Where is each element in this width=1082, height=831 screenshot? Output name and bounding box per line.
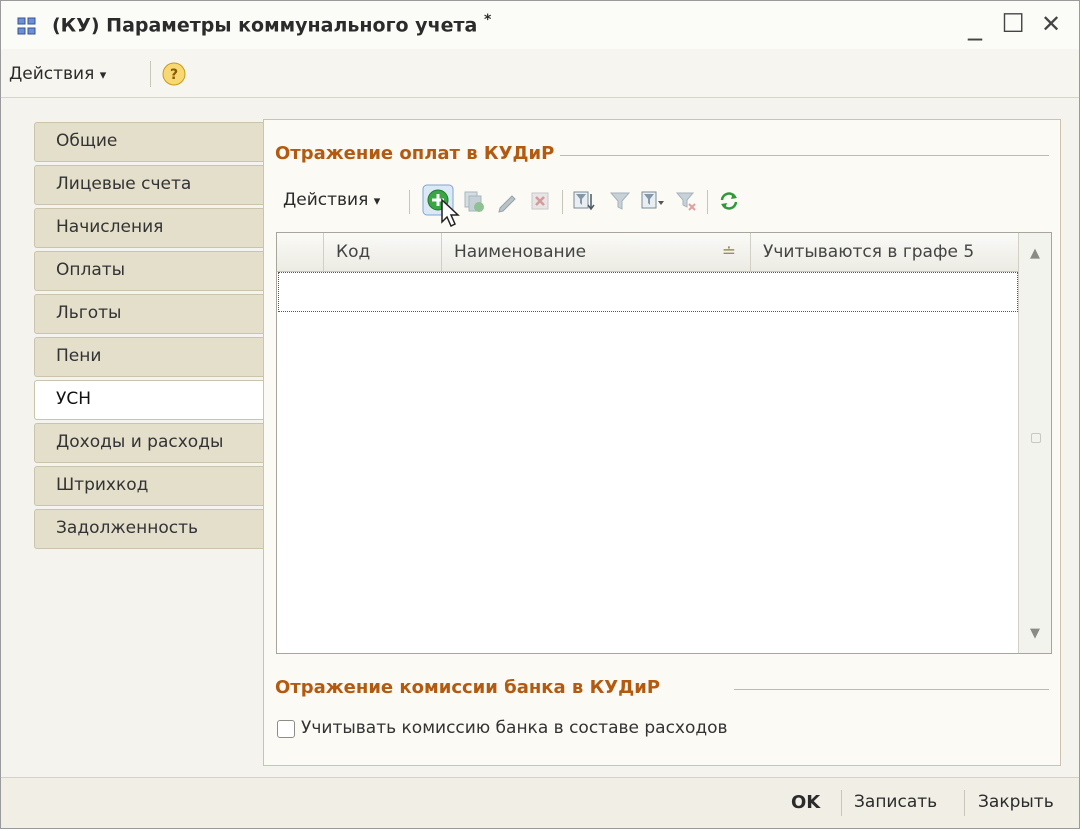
filter-dropdown-icon[interactable] [639, 188, 665, 214]
minimize-button[interactable]: _ [957, 7, 993, 41]
tab-debt[interactable]: Задолженность [34, 509, 263, 549]
column-header-selector[interactable] [277, 233, 324, 271]
title-bar: (КУ) Параметры коммунального учета * _ ☐… [1, 1, 1079, 49]
button-divider [841, 790, 842, 816]
clear-filter-icon[interactable] [673, 188, 699, 214]
svg-text:?: ? [170, 67, 178, 83]
tab-payments[interactable]: Оплаты [34, 251, 263, 291]
ok-button[interactable]: OK [791, 792, 820, 813]
actions-menu-label: Действия [9, 64, 95, 84]
button-divider [964, 790, 965, 816]
scroll-up-icon[interactable]: ▲ [1019, 235, 1051, 271]
column-header-code[interactable]: Код [324, 233, 442, 271]
actions-menu[interactable]: Действия ▾ [9, 64, 106, 84]
group-divider [514, 155, 1049, 156]
group-divider [734, 689, 1049, 690]
tab-content-panel: Отражение оплат в КУДиР Действия ▾ Код Н… [263, 119, 1061, 766]
minimize-icon: _ [968, 7, 982, 41]
toolbar-divider [150, 61, 151, 87]
tab-barcode[interactable]: Штрихкод [34, 466, 263, 506]
maximize-button[interactable]: ☐ [995, 7, 1031, 41]
tab-income-expenses[interactable]: Доходы и расходы [34, 423, 263, 463]
close-window-button[interactable]: ✕ [1033, 7, 1069, 41]
chevron-down-icon: ▾ [373, 194, 381, 209]
scroll-thumb[interactable] [1031, 433, 1041, 443]
bank-commission-checkbox[interactable] [277, 720, 295, 738]
column-header-name[interactable]: Наименование ≐ [442, 233, 751, 271]
group-title-bank-commission: Отражение комиссии банка в КУДиР [275, 677, 667, 698]
toolbar-divider [707, 190, 708, 214]
close-icon: ✕ [1040, 10, 1062, 38]
toolbar-divider [562, 190, 563, 214]
modified-indicator: * [483, 12, 492, 28]
filter-by-value-icon[interactable] [571, 188, 597, 214]
tab-usn[interactable]: УСН [34, 380, 263, 420]
column-header-name-label: Наименование [454, 242, 587, 262]
refresh-icon[interactable] [716, 188, 742, 214]
toolbar-divider [409, 190, 410, 214]
tab-list: Общие Лицевые счета Начисления Оплаты Ль… [34, 122, 263, 552]
dialog-window: (КУ) Параметры коммунального учета * _ ☐… [0, 0, 1080, 829]
dialog-button-bar: OK Записать Закрыть [1, 777, 1079, 828]
maximize-icon: ☐ [1001, 9, 1025, 39]
column-header-counted-in-col5[interactable]: Учитываются в графе 5 [751, 233, 1019, 271]
table-header: Код Наименование ≐ Учитываются в графе 5 [277, 233, 1019, 272]
edit-icon[interactable] [494, 188, 520, 214]
app-icon [17, 17, 36, 35]
sort-icon: ≐ [721, 242, 736, 262]
filter-icon[interactable] [607, 188, 633, 214]
tab-penalties[interactable]: Пени [34, 337, 263, 377]
tab-general[interactable]: Общие [34, 122, 263, 162]
tab-benefits[interactable]: Льготы [34, 294, 263, 334]
table-actions-label: Действия [283, 190, 369, 210]
window-title-text: (КУ) Параметры коммунального учета [52, 14, 478, 37]
table-toolbar: Действия ▾ [275, 182, 1045, 218]
save-button[interactable]: Записать [854, 792, 937, 812]
tab-accruals[interactable]: Начисления [34, 208, 263, 248]
tab-personal-accounts[interactable]: Лицевые счета [34, 165, 263, 205]
window-title: (КУ) Параметры коммунального учета * [52, 12, 491, 36]
help-icon[interactable]: ? [162, 62, 186, 86]
bank-commission-checkbox-label: Учитывать комиссию банка в составе расхо… [301, 718, 728, 738]
close-button[interactable]: Закрыть [978, 792, 1054, 812]
group-title-payments-kudir: Отражение оплат в КУДиР [275, 143, 561, 164]
vertical-scrollbar[interactable]: ▲ ▼ [1018, 233, 1051, 653]
scroll-down-icon[interactable]: ▼ [1019, 615, 1051, 651]
delete-icon[interactable] [527, 188, 553, 214]
table-row-selected-empty[interactable] [278, 272, 1018, 312]
chevron-down-icon: ▾ [99, 68, 107, 83]
table-actions-menu[interactable]: Действия ▾ [283, 190, 380, 210]
kudir-payments-table: Код Наименование ≐ Учитываются в графе 5… [276, 232, 1052, 654]
main-toolbar: Действия ▾ ? [1, 49, 1079, 98]
mouse-cursor-icon [441, 198, 460, 228]
copy-icon[interactable] [460, 188, 486, 214]
